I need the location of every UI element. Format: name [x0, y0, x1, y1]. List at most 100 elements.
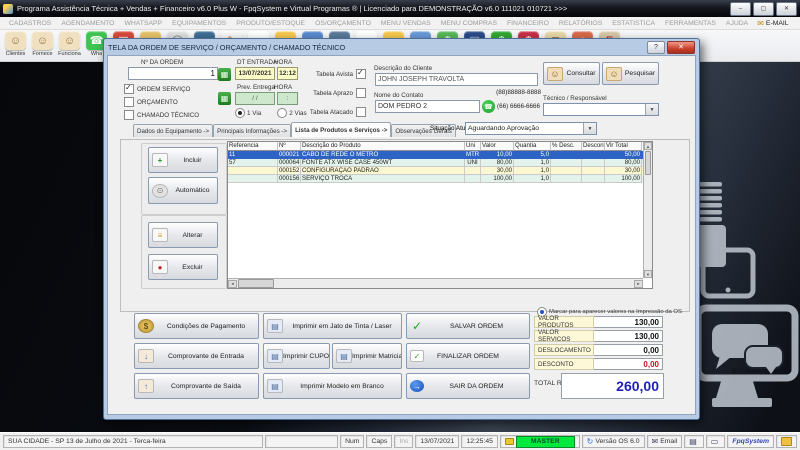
scroll-right-icon[interactable]: ► [634, 279, 643, 288]
minimize-button[interactable]: – [730, 1, 751, 16]
maximize-button[interactable]: ▢ [753, 1, 774, 16]
column-header[interactable]: Vlr Total [605, 142, 642, 151]
excluir-button[interactable]: ● Excluir [148, 254, 218, 280]
table-row[interactable]: 57 000064 FONTE ATX WISE CASE 450WT UNI … [228, 159, 652, 167]
menu-item[interactable]: MENU COMPRAS [436, 20, 502, 27]
dialog-help-button[interactable]: ? [647, 40, 665, 54]
tab[interactable]: Dados do Equipamento -> [133, 124, 214, 137]
sair-ordem-button[interactable]: → SAIR DA ORDEM [406, 373, 530, 399]
status-num-lock: Num [340, 435, 365, 448]
delivery-date-input[interactable]: / / [235, 92, 275, 105]
status-caps-lock: Caps [366, 435, 393, 448]
tabela-checkbox[interactable]: Tabela Aprazo [302, 88, 366, 98]
via-radio[interactable]: 1 Via [235, 108, 261, 118]
status-date: 13/07/2021 [415, 435, 460, 448]
check-icon: ✓ [411, 319, 423, 333]
column-header[interactable]: Referencia [228, 142, 278, 151]
menu-item[interactable]: WHATSAPP [119, 20, 167, 27]
status-printer-button[interactable]: ▤ [684, 435, 704, 448]
menu-item-email[interactable]: ✉ E-MAIL [753, 19, 792, 28]
tabela-checkbox[interactable]: Tabela Atacado [302, 107, 366, 117]
column-header[interactable]: Quantia [514, 142, 551, 151]
comprovante-saida-button[interactable]: ↑ Comprovante de Saída [134, 373, 259, 399]
tab[interactable]: Principais Informações -> [213, 124, 292, 137]
menu-item[interactable]: AJUDA [721, 20, 753, 27]
imprimir-jato-button[interactable]: ▤ Imprimir em Jato de Tinta / Laser [263, 313, 402, 339]
close-button[interactable]: ✕ [776, 1, 797, 16]
table-row[interactable]: 000156 SERVIÇO TROCA 100,00 1,0 100,00 [228, 175, 652, 183]
column-header[interactable]: % Desc. [551, 142, 582, 151]
status-email-button[interactable]: ✉ Email [646, 435, 683, 448]
contact-input[interactable]: DOM PEDRO 2 [375, 100, 480, 113]
client-input[interactable]: JOHN JOSEPH TRAVOLTA [375, 73, 538, 86]
window-title: Programa Assistência Técnica + Vendas + … [17, 4, 568, 13]
delivery-label: Prev. Entrega [237, 84, 276, 91]
dialog-titlebar[interactable]: TELA DA ORDEM DE SERVIÇO / ORÇAMENTO / C… [107, 39, 696, 55]
pesquisar-button[interactable]: ☺ Pesquisar [602, 62, 659, 85]
toolbar-fornecedor[interactable]: ☺ Fornece [29, 31, 56, 57]
checkbox [124, 83, 134, 94]
tabela-checkbox[interactable]: Tabela Avista [302, 68, 366, 79]
column-header[interactable]: Desconto [582, 142, 605, 151]
column-header[interactable]: Descrição do Produto [301, 142, 465, 151]
status-monitor-button[interactable]: ▭ [705, 435, 726, 448]
column-header[interactable]: Uni [465, 142, 481, 151]
column-header[interactable]: Nº [278, 142, 301, 151]
total-value: 0,00 [594, 358, 663, 370]
menu-item[interactable]: PRODUTO/ESTOQUE [231, 20, 310, 27]
menu-item[interactable]: EQUIPAMENTOS [167, 20, 231, 27]
order-type-checkbox[interactable]: CHAMADO TÉCNICO [124, 110, 199, 120]
menu-item[interactable]: FERRAMENTAS [660, 20, 721, 27]
order-type-checkbox[interactable]: ORÇAMENTO [124, 97, 199, 107]
status-spacer [265, 435, 339, 448]
delivery-date-calendar-icon[interactable]: ▦ [218, 92, 231, 105]
entry-date-calendar-icon[interactable]: ▦ [218, 68, 231, 81]
menu-item[interactable]: AGENDAMENTO [56, 20, 119, 27]
table-row[interactable]: 000152 CONFIGURAÇÃO PADRAO 30,00 1,0 30,… [228, 167, 652, 175]
entry-date-input[interactable]: 13/07/2021 [235, 67, 275, 80]
delivery-hora-label: HORA [274, 84, 293, 91]
menu-item[interactable]: RELATÓRIOS [554, 20, 607, 27]
order-type-checkbox[interactable]: ORDEM SERVIÇO [124, 83, 199, 94]
order-number-input[interactable]: 1 [128, 67, 218, 80]
alterar-button[interactable]: ≡ Alterar [148, 222, 218, 248]
menu-item[interactable]: CADASTROS [4, 20, 56, 27]
incluir-button[interactable]: + Incluir [148, 147, 218, 173]
table-row[interactable]: 11 000021 CABO DE REDE O METRO MTR 10,00… [228, 151, 652, 159]
column-header[interactable]: Valor [481, 142, 514, 151]
menu-item[interactable]: FINANCEIRO [502, 20, 554, 27]
situacao-dropdown[interactable]: Aguardando Aprovação ▼ [465, 122, 597, 135]
imprimir-matricial-button[interactable]: ▤ Imprimir Matricial [332, 343, 402, 369]
delivery-time-input[interactable]: : [277, 92, 298, 105]
technician-dropdown[interactable]: ▼ [543, 103, 659, 116]
receipt-out-icon: ↑ [138, 379, 154, 393]
toolbar-clientes[interactable]: ☺ Clientes [2, 31, 29, 57]
menu-item[interactable]: MENU VENDAS [376, 20, 436, 27]
scroll-up-icon[interactable]: ▲ [644, 142, 652, 150]
status-folder-button[interactable] [776, 435, 797, 448]
imprimir-branco-button[interactable]: ▤ Imprimir Modelo em Branco [263, 373, 402, 399]
toolbar-funcionario[interactable]: ☺ Funciona [56, 31, 83, 57]
scrollbar-thumb[interactable] [645, 151, 651, 175]
salvar-ordem-button[interactable]: ✓ SALVAR ORDEM [406, 313, 530, 339]
scroll-left-icon[interactable]: ◄ [228, 279, 237, 288]
dialog-close-button[interactable]: ✕ [667, 40, 695, 54]
scrollbar-thumb[interactable] [238, 279, 274, 288]
monitor-icon: ▭ [710, 437, 719, 446]
condicoes-pagamento-button[interactable]: $ Condições de Pagamento [134, 313, 259, 339]
status-user-badge: MASTER [515, 435, 575, 448]
imprimir-cupom-button[interactable]: ▤ Imprimir CUPOM [263, 343, 330, 369]
whatsapp-icon[interactable]: ☎ [482, 100, 495, 113]
tab[interactable]: Lista de Produtos e Serviços -> [291, 122, 392, 137]
scroll-down-icon[interactable]: ▼ [644, 270, 652, 278]
comprovante-entrada-button[interactable]: ↓ Comprovante de Entrada [134, 343, 259, 369]
consultar-button[interactable]: ☺ Consultar [543, 62, 600, 85]
table-vertical-scrollbar[interactable]: ▲ ▼ [643, 142, 652, 278]
automatico-button[interactable]: ⊙ Automático [148, 177, 218, 204]
table-horizontal-scrollbar[interactable]: ◄ ► [228, 278, 643, 288]
menu-item[interactable]: ESTATISTICA [607, 20, 660, 27]
menu-item[interactable]: OS/ORÇAMENTO [310, 20, 376, 27]
entry-time-input[interactable]: 12:12 [277, 67, 298, 80]
finalizar-ordem-button[interactable]: ✓ FINALIZAR ORDEM [406, 343, 530, 369]
email-icon: ✉ [757, 18, 764, 28]
